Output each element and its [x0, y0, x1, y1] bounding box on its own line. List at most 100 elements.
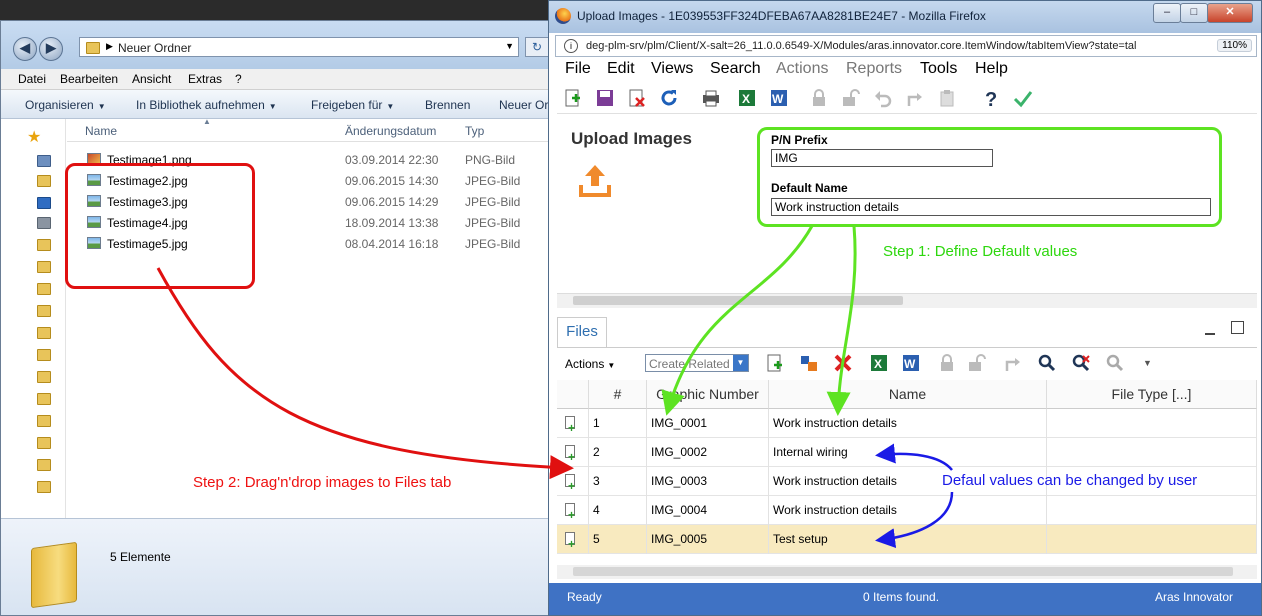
scrollbar-thumb[interactable]	[573, 567, 1233, 576]
row-name[interactable]: Test setup	[769, 525, 1047, 554]
forward-button[interactable]: ▶	[39, 37, 63, 61]
grid-scrollbar[interactable]	[557, 565, 1257, 579]
minimize-pane-icon[interactable]	[1205, 333, 1215, 335]
row-name[interactable]: Internal wiring	[769, 438, 1047, 467]
help-icon[interactable]: ?	[981, 88, 1001, 111]
pick-related-icon[interactable]	[799, 353, 819, 373]
folder-icon[interactable]	[37, 239, 51, 251]
info-icon[interactable]: i	[564, 39, 578, 53]
row-graphic-number[interactable]: IMG_0002	[647, 438, 769, 467]
row-graphic-number[interactable]: IMG_0005	[647, 525, 769, 554]
search-options-icon[interactable]	[1105, 353, 1125, 373]
search-icon[interactable]	[1037, 353, 1057, 373]
share-button[interactable]: Freigeben für ▼	[311, 98, 394, 112]
desktop-icon[interactable]	[37, 155, 51, 167]
menu-search[interactable]: Search	[710, 60, 761, 78]
add-file-icon[interactable]: +	[565, 503, 575, 522]
url-bar[interactable]: i deg-plm-srv/plm/Client/X-salt=26_11.0.…	[555, 35, 1257, 57]
grid-header-graphic-number[interactable]: Graphic Number	[647, 380, 769, 409]
burn-button[interactable]: Brennen	[425, 98, 470, 112]
column-name[interactable]: Name	[85, 124, 117, 138]
clear-search-icon[interactable]	[1071, 353, 1091, 373]
row-name[interactable]: Work instruction details	[769, 496, 1047, 525]
favorites-star-icon[interactable]: ★	[27, 127, 41, 147]
excel-icon[interactable]: X	[737, 88, 757, 108]
promote-icon[interactable]	[1003, 353, 1023, 373]
row-name[interactable]: Work instruction details	[769, 409, 1047, 438]
menu-help[interactable]: Help	[975, 60, 1008, 78]
undo-icon[interactable]	[873, 88, 893, 108]
menu-ansicht[interactable]: Ansicht	[132, 72, 171, 86]
folder-icon[interactable]	[37, 459, 51, 471]
lock-icon[interactable]	[809, 88, 829, 108]
network-icon[interactable]	[37, 197, 51, 209]
menu-reports[interactable]: Reports	[846, 60, 902, 78]
row-file-type[interactable]	[1047, 409, 1257, 438]
refresh-button[interactable]: ↻	[525, 37, 549, 57]
word-icon[interactable]: W	[769, 88, 789, 108]
folder-icon[interactable]	[37, 437, 51, 449]
create-related-select[interactable]: Create Related ▼	[645, 354, 749, 372]
folder-icon[interactable]	[37, 261, 51, 273]
table-row[interactable]: + 2 IMG_0002 Internal wiring	[557, 438, 1257, 467]
menu-datei[interactable]: Datei	[18, 72, 46, 86]
promote-icon[interactable]	[905, 88, 925, 108]
chevron-down-icon[interactable]: ▼	[733, 355, 748, 371]
close-window-button[interactable]: ✕	[1207, 3, 1253, 23]
column-date[interactable]: Änderungsdatum	[345, 124, 436, 138]
scrollbar-thumb[interactable]	[573, 296, 903, 305]
folder-icon[interactable]	[37, 415, 51, 427]
clipboard-icon[interactable]	[937, 88, 957, 108]
actions-menu[interactable]: Actions ▼	[565, 357, 615, 371]
column-type[interactable]: Typ	[465, 124, 484, 138]
back-button[interactable]: ◀	[13, 37, 37, 61]
organize-button[interactable]: Organisieren ▼	[25, 98, 106, 112]
folder-icon[interactable]	[37, 371, 51, 383]
zoom-indicator[interactable]: 110%	[1217, 39, 1252, 52]
done-check-icon[interactable]	[1013, 88, 1033, 108]
new-folder-button[interactable]: Neuer Or	[499, 98, 548, 112]
row-graphic-number[interactable]: IMG_0001	[647, 409, 769, 438]
discard-icon[interactable]	[627, 88, 647, 108]
folder-icon[interactable]	[37, 481, 51, 493]
address-field[interactable]: ▶ Neuer Ordner ▼	[79, 37, 519, 57]
row-file-type[interactable]	[1047, 438, 1257, 467]
minimize-button[interactable]: –	[1153, 3, 1181, 23]
new-item-icon[interactable]	[563, 88, 583, 108]
grid-header-number[interactable]: #	[589, 380, 647, 409]
more-chevron-icon[interactable]: ▼	[1143, 358, 1152, 368]
word-icon[interactable]: W	[901, 353, 921, 373]
menu-views[interactable]: Views	[651, 60, 693, 78]
folder-icon[interactable]	[37, 327, 51, 339]
maximize-pane-icon[interactable]	[1231, 321, 1244, 334]
lock-icon[interactable]	[937, 353, 957, 373]
add-file-icon[interactable]: +	[565, 416, 575, 435]
folder-icon[interactable]	[37, 393, 51, 405]
row-file-type[interactable]	[1047, 525, 1257, 554]
maximize-button[interactable]: □	[1180, 3, 1208, 23]
refresh-icon[interactable]	[659, 88, 679, 108]
menu-tools[interactable]: Tools	[920, 60, 957, 78]
folder-icon[interactable]	[37, 349, 51, 361]
excel-icon[interactable]: X	[869, 353, 889, 373]
unlock-icon[interactable]	[841, 88, 861, 108]
folder-icon[interactable]	[37, 175, 51, 187]
add-row-icon[interactable]	[765, 353, 785, 373]
table-row[interactable]: + 4 IMG_0004 Work instruction details	[557, 496, 1257, 525]
grid-header-file-type[interactable]: File Type [...]	[1047, 380, 1257, 409]
menu-edit[interactable]: Edit	[607, 60, 635, 78]
chevron-down-icon[interactable]: ▼	[505, 41, 514, 51]
row-graphic-number[interactable]: IMG_0004	[647, 496, 769, 525]
table-row-selected[interactable]: + 5 IMG_0005 Test setup	[557, 525, 1257, 554]
menu-actions[interactable]: Actions	[776, 60, 828, 78]
row-graphic-number[interactable]: IMG_0003	[647, 467, 769, 496]
computer-icon[interactable]	[37, 217, 51, 229]
menu-file[interactable]: File	[565, 60, 591, 78]
form-scrollbar[interactable]	[557, 293, 1257, 308]
grid-header-name[interactable]: Name	[769, 380, 1047, 409]
row-file-type[interactable]	[1047, 496, 1257, 525]
add-file-icon[interactable]: +	[565, 532, 575, 551]
folder-icon[interactable]	[37, 283, 51, 295]
menu-help[interactable]: ?	[235, 72, 242, 86]
print-icon[interactable]	[701, 88, 721, 108]
